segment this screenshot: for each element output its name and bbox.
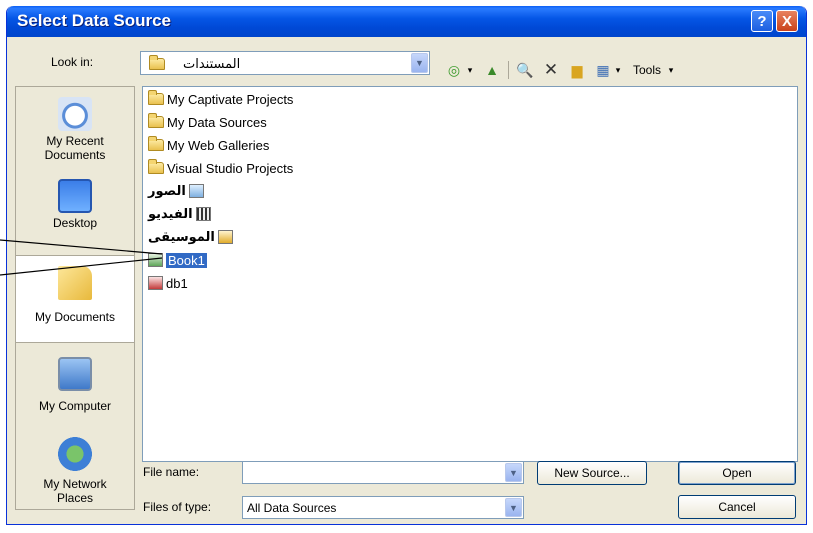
dialog-title: Select Data Source <box>17 11 172 30</box>
file-name: My Data Sources <box>167 114 267 130</box>
views-icon[interactable]: ▦ <box>593 61 613 79</box>
tools-menu-label[interactable]: Tools <box>629 61 665 79</box>
back-dropdown-icon[interactable]: ▾ <box>465 61 475 79</box>
file-name: My Captivate Projects <box>167 91 294 107</box>
file-name-input[interactable]: ▼ <box>242 461 524 484</box>
look-in-label: Look in: <box>51 55 94 69</box>
list-item[interactable]: Visual Studio Projects <box>146 159 295 176</box>
place-label: My Documents <box>34 310 116 324</box>
look-in-combo[interactable]: المستندات ▼ <box>140 51 430 75</box>
list-item[interactable]: الفيديو <box>146 206 216 222</box>
close-button[interactable]: X <box>776 10 798 32</box>
list-item[interactable]: My Captivate Projects <box>146 90 295 107</box>
folder-icon <box>148 136 164 151</box>
place-desktop[interactable]: Desktop <box>16 173 134 253</box>
cancel-button[interactable]: Cancel <box>678 495 796 519</box>
help-button[interactable]: ? <box>751 10 773 32</box>
file-type-value: All Data Sources <box>247 501 337 515</box>
video-folder-icon <box>195 207 211 221</box>
file-name: db1 <box>166 275 188 291</box>
file-name-label: File name: <box>143 465 200 479</box>
network-places-icon <box>58 437 92 471</box>
list-item[interactable]: db1 <box>146 275 190 291</box>
place-label: My Network <box>43 477 107 491</box>
file-name: الفيديو <box>148 206 193 221</box>
up-folder-icon[interactable]: ▲ <box>483 61 501 79</box>
folder-icon <box>149 55 165 70</box>
file-name: My Web Galleries <box>167 137 270 153</box>
desktop-icon <box>58 179 92 213</box>
back-icon[interactable]: ◎ <box>445 61 463 79</box>
new-source-button[interactable]: New Source... <box>537 461 647 485</box>
search-icon[interactable]: 🔍 <box>515 61 535 79</box>
list-item[interactable]: الصور <box>146 183 216 199</box>
places-bar: My Recent Documents Desktop My Documents… <box>15 86 135 510</box>
file-type-select[interactable]: All Data Sources ▼ <box>242 496 524 519</box>
my-documents-icon <box>58 266 92 300</box>
file-list[interactable]: My Captivate Projects My Data Sources My… <box>142 86 798 462</box>
pictures-folder-icon <box>188 184 204 198</box>
access-file-icon <box>148 276 163 290</box>
place-my-documents[interactable]: My Documents <box>16 255 134 343</box>
place-label: My Recent <box>46 134 104 148</box>
open-button[interactable]: Open <box>678 461 796 485</box>
place-my-network-places[interactable]: My Network Places <box>16 431 134 511</box>
place-label-line2: Documents <box>44 148 106 162</box>
place-my-computer[interactable]: My Computer <box>16 351 134 431</box>
new-folder-icon[interactable]: ▆ <box>567 61 587 79</box>
excel-file-icon <box>148 253 163 267</box>
list-item-selected[interactable]: Book1 <box>146 252 209 268</box>
place-label: My Computer <box>38 399 112 413</box>
chevron-down-icon[interactable]: ▼ <box>505 498 522 517</box>
recent-documents-icon <box>58 97 92 131</box>
folder-icon <box>148 90 164 105</box>
file-name: Book1 <box>166 252 207 268</box>
views-dropdown-icon[interactable]: ▾ <box>613 61 623 79</box>
toolbar-divider <box>508 61 509 79</box>
file-name: الصور <box>148 183 186 198</box>
look-in-value: المستندات <box>183 56 241 71</box>
folder-icon <box>148 159 164 174</box>
my-computer-icon <box>58 357 92 391</box>
title-bar[interactable]: Select Data Source ? X <box>7 6 806 37</box>
list-item[interactable]: الموسيقى <box>146 229 240 245</box>
file-name: الموسيقى <box>148 229 215 244</box>
file-name: Visual Studio Projects <box>167 160 294 176</box>
place-label-line2: Places <box>56 491 94 505</box>
file-type-label: Files of type: <box>143 500 212 514</box>
tools-dropdown-icon[interactable]: ▾ <box>666 61 676 79</box>
list-item[interactable]: My Web Galleries <box>146 136 271 153</box>
select-data-source-dialog: Select Data Source ? X Look in: المستندا… <box>6 6 807 525</box>
music-folder-icon <box>217 230 233 244</box>
place-label: Desktop <box>52 216 98 230</box>
folder-icon <box>148 113 164 128</box>
list-item[interactable]: My Data Sources <box>146 113 269 130</box>
chevron-down-icon[interactable]: ▼ <box>411 53 428 73</box>
chevron-down-icon[interactable]: ▼ <box>505 463 522 482</box>
place-my-recent-documents[interactable]: My Recent Documents <box>16 91 134 171</box>
delete-icon[interactable]: ✕ <box>541 60 561 79</box>
